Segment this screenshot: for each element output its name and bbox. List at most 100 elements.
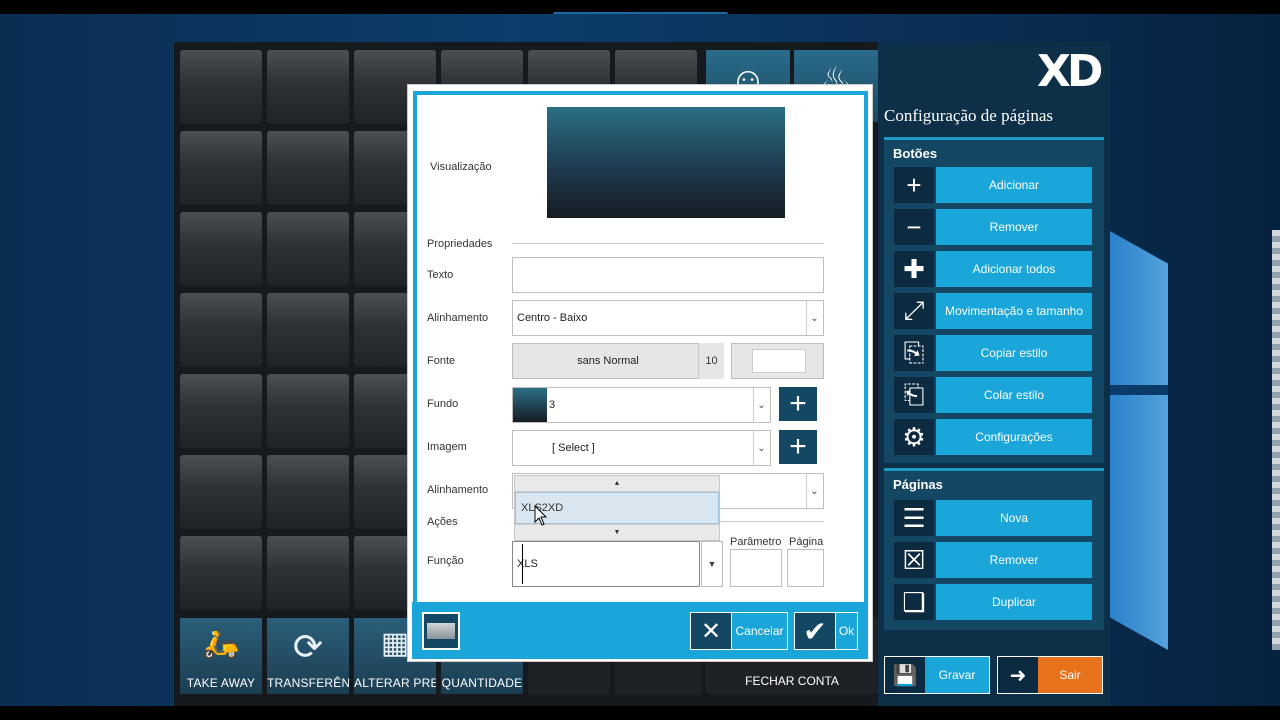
- grid-tile[interactable]: [267, 50, 349, 124]
- remove-page-icon: ☒: [894, 542, 934, 578]
- save-icon: 💾: [885, 657, 925, 693]
- funcao-dropdown-button[interactable]: ▼: [701, 541, 723, 587]
- fundo-select[interactable]: 3: [512, 387, 771, 423]
- paginas-action-button-2[interactable]: ❑ Duplicar: [894, 584, 1092, 620]
- grid-tile[interactable]: [180, 212, 262, 286]
- acoes-label: Ações: [427, 516, 458, 528]
- pagina-label: Página: [789, 536, 824, 548]
- paginas-action-button-0[interactable]: ☰ Nova: [894, 500, 1092, 536]
- checkmark-icon: ✔: [795, 613, 835, 649]
- font-color-button[interactable]: [731, 343, 824, 379]
- alinhamento-imagem-label: Alinhamento: [427, 484, 489, 496]
- windows-logo-decoration: [1108, 230, 1168, 650]
- botoes-action-button-2[interactable]: ✚ Adicionar todos: [894, 251, 1092, 287]
- mouse-cursor-icon: [534, 505, 548, 526]
- ok-label: Ok: [835, 613, 857, 649]
- minus-icon: −: [894, 209, 934, 245]
- nav-take-away-button[interactable]: 🛵 TAKE AWAY: [180, 618, 262, 694]
- xd-logo: XD: [1037, 46, 1103, 97]
- botoes-action-button-1[interactable]: − Remover: [894, 209, 1092, 245]
- grid-tile[interactable]: [267, 212, 349, 286]
- nav-transfer-button[interactable]: ⟳ TRANSFERÊNC: [267, 618, 349, 694]
- propriedades-label: Propriedades: [427, 238, 493, 250]
- chevron-down-icon[interactable]: ⌄: [753, 431, 769, 465]
- font-color-swatch: [752, 349, 806, 373]
- fechar-conta-label: FECHAR CONTA: [745, 674, 839, 688]
- top-bar: [0, 0, 1280, 16]
- grid-tile[interactable]: [180, 455, 262, 529]
- nav-price-label: ALTERAR PREÇ: [354, 676, 436, 690]
- nav-quantity-label: QUANTIDADE: [441, 676, 523, 690]
- grid-tile[interactable]: [267, 293, 349, 367]
- bottom-bar: [0, 706, 1280, 720]
- botoes-action-label: Adicionar todos: [936, 251, 1092, 287]
- resize-icon: ⤢: [894, 293, 934, 329]
- button-preview-icon: [427, 623, 455, 639]
- botoes-action-button-4[interactable]: ⎘ Copiar estilo: [894, 335, 1092, 371]
- ok-button[interactable]: ✔ Ok: [794, 612, 858, 650]
- botoes-action-button-6[interactable]: ⚙ Configurações: [894, 419, 1092, 455]
- propriedades-separator: [512, 243, 824, 244]
- fonte-value: sans Normal: [577, 355, 639, 367]
- visualizacao-label: Visualização: [430, 161, 492, 173]
- gravar-label: Gravar: [925, 657, 989, 693]
- paginas-action-label: Remover: [936, 542, 1092, 578]
- fonte-size: 10: [698, 343, 724, 379]
- botoes-action-label: Adicionar: [936, 167, 1092, 203]
- pagina-input[interactable]: [787, 549, 824, 587]
- texto-input[interactable]: [512, 257, 824, 293]
- sair-button[interactable]: ➜ Sair: [997, 656, 1103, 694]
- paginas-action-label: Duplicar: [936, 584, 1092, 620]
- nav-take-away-label: TAKE AWAY: [186, 676, 256, 690]
- imagem-label: Imagem: [427, 441, 467, 453]
- add-all-icon: ✚: [894, 251, 934, 287]
- grid-tile[interactable]: [180, 374, 262, 448]
- chevron-down-icon[interactable]: ⌄: [806, 301, 822, 335]
- add-fundo-button[interactable]: +: [779, 387, 817, 421]
- grid-tile[interactable]: [267, 455, 349, 529]
- fundo-value: 3: [549, 399, 556, 411]
- fonte-button[interactable]: sans Normal: [512, 343, 724, 379]
- botoes-group-title: Botões: [893, 146, 938, 161]
- botoes-action-label: Configurações: [936, 419, 1092, 455]
- botoes-action-button-3[interactable]: ⤢ Movimentação e tamanho: [894, 293, 1092, 329]
- botoes-action-label: Copiar estilo: [936, 335, 1092, 371]
- close-icon: ✕: [691, 613, 731, 649]
- paginas-group-title: Páginas: [893, 477, 943, 492]
- alinhamento-value: Centro - Baixo: [517, 312, 588, 324]
- grid-tile[interactable]: [267, 131, 349, 205]
- grid-tile[interactable]: [267, 536, 349, 610]
- add-imagem-button[interactable]: +: [779, 430, 817, 464]
- imagem-select[interactable]: [ Select ]: [512, 430, 771, 466]
- grid-tile[interactable]: [180, 293, 262, 367]
- chevron-down-icon[interactable]: ⌄: [806, 474, 822, 508]
- popup-scroll-up-button[interactable]: ▲: [515, 476, 719, 492]
- copy-style-icon: ⎘: [894, 335, 934, 371]
- imagem-value: [ Select ]: [552, 442, 595, 454]
- grid-tile[interactable]: [180, 50, 262, 124]
- cancelar-button[interactable]: ✕ Cancelar: [690, 612, 788, 650]
- caret-down-icon: ▼: [613, 529, 621, 536]
- funcao-value: XLS: [517, 558, 538, 570]
- parametro-input[interactable]: [730, 549, 782, 587]
- parametro-label: Parâmetro: [730, 536, 782, 548]
- fundo-label: Fundo: [427, 398, 459, 410]
- chevron-down-icon[interactable]: ⌄: [753, 388, 769, 422]
- paste-style-icon: ⎗: [894, 377, 934, 413]
- fundo-swatch: [513, 388, 547, 422]
- grid-tile[interactable]: [267, 374, 349, 448]
- sair-label: Sair: [1038, 657, 1102, 693]
- grid-tile[interactable]: [180, 131, 262, 205]
- funcao-input[interactable]: XLS: [512, 541, 700, 587]
- alinhamento-select[interactable]: Centro - Baixo: [512, 300, 824, 336]
- acoes-separator: [720, 521, 824, 522]
- botoes-action-button-0[interactable]: + Adicionar: [894, 167, 1092, 203]
- plus-icon: +: [894, 167, 934, 203]
- paginas-action-button-1[interactable]: ☒ Remover: [894, 542, 1092, 578]
- grid-tile[interactable]: [180, 536, 262, 610]
- botoes-action-button-5[interactable]: ⎗ Colar estilo: [894, 377, 1092, 413]
- funcao-label: Função: [427, 555, 464, 567]
- gravar-button[interactable]: 💾 Gravar: [884, 656, 990, 694]
- preview-toggle-button[interactable]: [422, 612, 460, 650]
- plus-icon: +: [789, 430, 807, 463]
